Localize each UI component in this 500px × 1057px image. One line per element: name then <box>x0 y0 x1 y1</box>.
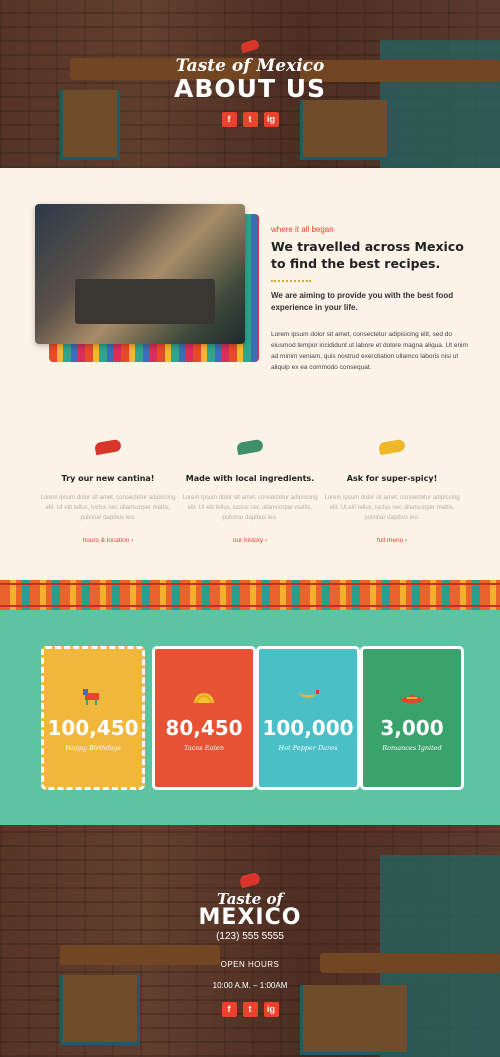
stat-number: 80,450 <box>165 716 243 740</box>
aztec-pattern-divider <box>0 580 500 610</box>
phone-number[interactable]: (123) 555 5555 <box>0 931 500 942</box>
stat-label: Hot Pepper Dares <box>278 744 338 752</box>
twitter-icon[interactable]: t <box>242 112 258 127</box>
stat-label: Romances Ignited <box>382 744 442 752</box>
full-menu-link[interactable]: full menu › <box>377 537 407 544</box>
feature-title: Ask for super-spicy! <box>346 474 438 483</box>
about-heading: We travelled across Mexico to find the b… <box>271 238 471 272</box>
page-title: ABOUT US <box>173 74 327 103</box>
footer-content: Taste of MEXICO (123) 555 5555 OPEN HOUR… <box>0 871 500 1017</box>
footer-title: MEXICO <box>198 905 302 930</box>
hero-content: Taste of Mexico ABOUT US f t ig <box>0 38 500 127</box>
stat-number: 100,000 <box>262 716 354 740</box>
green-pepper-icon <box>236 438 264 456</box>
feature-super-spicy: Ask for super-spicy! Lorem ipsum dolor s… <box>322 438 462 547</box>
feature-link-label: full menu <box>376 537 404 544</box>
feature-cantina: Try our new cantina! Lorem ipsum dolor s… <box>38 438 178 547</box>
squiggle-divider <box>271 277 311 282</box>
about-heading-line-2: to find the best recipes. <box>271 256 441 271</box>
chevron-right-icon: › <box>265 537 268 544</box>
sombrero-icon <box>401 694 423 703</box>
red-pepper-icon <box>94 438 122 456</box>
stats-section: 100,450 Happy Birthdays 80,450 Tacos Eat… <box>0 610 500 825</box>
footer-social-links: f t ig <box>0 1002 500 1017</box>
chevron-right-icon: › <box>405 537 408 544</box>
about-body: Lorem ipsum dolor sit amet, consectetur … <box>271 331 468 371</box>
features-section: Try our new cantina! Lorem ipsum dolor s… <box>0 410 500 580</box>
about-eyebrow: where it all began <box>271 225 334 234</box>
instagram-icon[interactable]: ig <box>263 112 279 127</box>
facebook-icon[interactable]: f <box>221 112 237 127</box>
twitter-icon[interactable]: t <box>242 1002 258 1017</box>
feature-body: Lorem ipsum dolor sit amet, consectetur … <box>182 495 318 521</box>
stat-card-romances: 3,000 Romances Ignited <box>360 646 464 790</box>
yellow-pepper-icon <box>378 438 406 456</box>
taco-icon <box>194 693 214 704</box>
facebook-icon[interactable]: f <box>221 1002 237 1017</box>
stat-label: Happy Birthdays <box>65 744 121 752</box>
about-lead: We are aiming to provide you with the be… <box>271 291 454 312</box>
feature-title: Try our new cantina! <box>61 474 155 483</box>
hero-script-title: Taste of Mexico <box>175 56 325 76</box>
hero-section: Taste of Mexico ABOUT US f t ig <box>0 0 500 168</box>
feature-title: Made with local ingredients. <box>185 474 315 483</box>
feature-body: Lorem ipsum dolor sit amet, consectetur … <box>40 495 176 521</box>
our-history-link[interactable]: our history › <box>233 537 267 544</box>
hours-label: OPEN HOURS <box>220 960 280 969</box>
pepper-icon <box>240 38 260 54</box>
about-heading-line-1: We travelled across Mexico <box>271 239 464 254</box>
stat-number: 3,000 <box>380 716 444 740</box>
feature-body: Lorem ipsum dolor sit amet, consectetur … <box>324 495 460 521</box>
pepper-icon <box>238 871 262 889</box>
feature-link-label: our history <box>232 537 264 544</box>
feature-link-label: hours & location <box>82 537 130 544</box>
stat-card-tacos: 80,450 Tacos Eaten <box>152 646 256 790</box>
hero-social-links: f t ig <box>0 112 500 127</box>
grill-shape <box>75 279 215 324</box>
about-text-block: where it all began We travelled across M… <box>271 224 471 373</box>
feature-local-ingredients: Made with local ingredients. Lorem ipsum… <box>180 438 320 547</box>
pepper-icon <box>298 690 319 698</box>
chef-cooking-photo <box>35 204 245 344</box>
about-photo-wrap <box>35 204 259 362</box>
stat-card-birthdays: 100,450 Happy Birthdays <box>41 646 145 790</box>
stat-label: Tacos Eaten <box>184 744 224 752</box>
chevron-right-icon: › <box>131 537 134 544</box>
footer-section: Taste of MEXICO (123) 555 5555 OPEN HOUR… <box>0 825 500 1057</box>
about-section: where it all began We travelled across M… <box>0 168 500 410</box>
pinata-icon <box>83 689 99 705</box>
hours-value: 10:00 A.M. – 1:00AM <box>212 981 288 990</box>
stat-number: 100,450 <box>47 716 139 740</box>
instagram-icon[interactable]: ig <box>263 1002 279 1017</box>
hours-location-link[interactable]: hours & location › <box>83 537 134 544</box>
stat-card-peppers: 100,000 Hot Pepper Dares <box>256 646 360 790</box>
